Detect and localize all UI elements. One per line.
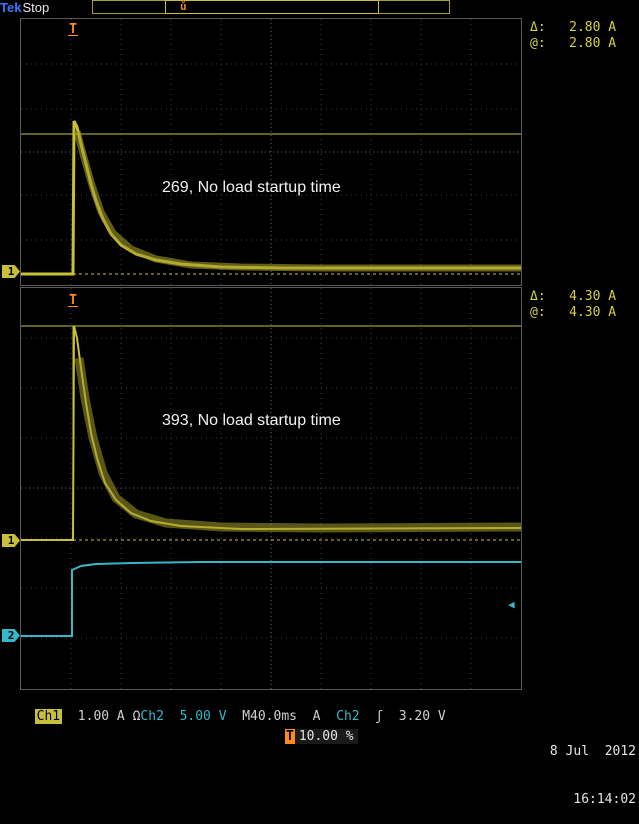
timestamp: 8 Jul 2012 16:14:02	[540, 712, 636, 824]
cursor-at-2: @: 4.30 A	[530, 305, 617, 320]
scope-status: TekStop	[0, 0, 49, 16]
trigger-source[interactable]: Ch2	[336, 709, 359, 724]
graticule-2	[21, 288, 521, 689]
graticule-1	[21, 19, 521, 285]
trigger-level[interactable]: 3.20 V	[399, 709, 446, 724]
waveform-panel-2: T 393, No load startup time	[20, 287, 522, 690]
trace-label-1: 269, No load startup time	[162, 179, 341, 196]
ch1-scale: 1.00 A Ω	[77, 709, 141, 724]
channel-2-ground-marker[interactable]: 2	[2, 629, 20, 642]
settings-bar: Ch1 1.00 A ΩCh2 5.00 V M40.0ms A Ch2 ʃ 3…	[19, 690, 523, 724]
brand-label: Tek	[0, 0, 22, 15]
timebase[interactable]: M40.0ms	[242, 709, 297, 724]
trigger-underline-1	[68, 35, 78, 36]
trigger-slope-icon: ʃ	[375, 709, 384, 724]
time-label: 16:14:02	[573, 792, 636, 807]
trigger-underline-2	[68, 306, 78, 307]
waveform-panel-1: T 269, No load startup time	[20, 18, 522, 286]
trigger-level-marker[interactable]: ◀	[508, 598, 515, 611]
ch2-label[interactable]: Ch2	[140, 709, 163, 724]
acquisition-status: Stop	[22, 0, 50, 15]
channel-1-ground-marker[interactable]: 1	[2, 265, 20, 278]
ch2-scale: 5.00 V	[179, 709, 227, 724]
channel-1-ground-marker-2[interactable]: 1	[2, 534, 20, 547]
record-trigger-marker: ů	[180, 0, 187, 13]
cursor-delta-1: Δ: 2.80 A	[530, 20, 617, 35]
trigger-position-value[interactable]: 10.00 %	[294, 729, 358, 744]
cursor-at-1: @: 2.80 A	[530, 36, 617, 51]
trigger-position-readout: T 10.00 %	[285, 729, 358, 745]
trigger-icon: T	[285, 729, 295, 744]
trace-label-2: 393, No load startup time	[162, 412, 341, 429]
ch1-label[interactable]: Ch1	[34, 709, 63, 724]
date-label: 8 Jul 2012	[549, 744, 636, 759]
cursor-delta-2: Δ: 4.30 A	[530, 289, 617, 304]
trigger-prefix: A	[312, 709, 321, 724]
record-view-window[interactable]	[165, 0, 379, 14]
